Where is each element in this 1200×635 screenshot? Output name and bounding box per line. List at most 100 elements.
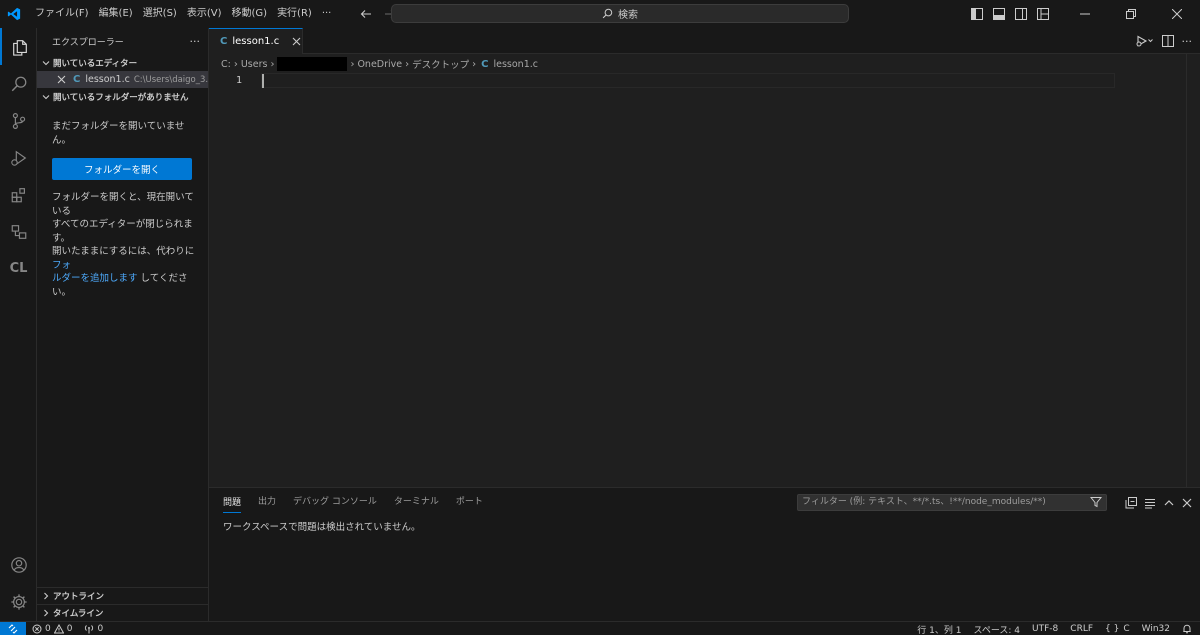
desc-line-2: すべてのエディターが閉じられます。 (52, 219, 193, 244)
account-icon[interactable] (0, 546, 37, 583)
sidebar-header: エクスプローラー ··· (37, 28, 208, 54)
problems-status[interactable]: 0 0 (32, 623, 72, 634)
settings-gear-icon[interactable] (0, 583, 37, 620)
tab-terminal[interactable]: ターミナル (394, 488, 439, 516)
tab-debug-console[interactable]: デバッグ コンソール (293, 488, 377, 516)
more-actions-button[interactable]: ··· (190, 35, 201, 48)
problems-message: ワークスペースで問題は検出されていません。 (223, 522, 421, 533)
menu-run[interactable]: 実行(R) (272, 0, 317, 28)
notifications-bell-icon[interactable] (1182, 624, 1192, 634)
remote-indicator-icon[interactable] (0, 621, 26, 635)
editor-tabs: C lesson1.c ··· (209, 28, 1200, 54)
c-file-icon: C (220, 36, 228, 47)
extensions-icon[interactable] (0, 176, 37, 213)
chevron-right-icon: › (233, 58, 238, 70)
ports-status[interactable]: 0 (84, 624, 103, 634)
cursor-position[interactable]: 行 1、列 1 (917, 623, 961, 635)
menu-selection[interactable]: 選択(S) (138, 0, 182, 28)
menu-go[interactable]: 移動(G) (227, 0, 273, 28)
menu-view[interactable]: 表示(V) (182, 0, 227, 28)
add-folder-link-part-1[interactable]: フォ (52, 260, 71, 271)
activity-bar: CL (0, 28, 37, 621)
customize-layout-icon[interactable] (1032, 0, 1054, 28)
restore-icon[interactable] (1108, 0, 1154, 28)
no-folder-label: 開いているフォルダーがありません (53, 92, 189, 103)
breadcrumb-users[interactable]: Users (241, 59, 268, 70)
close-panel-icon[interactable] (1182, 498, 1192, 508)
chevron-down-icon (40, 57, 52, 69)
explorer-sidebar: エクスプローラー ··· 開いているエディター C lesson1.c C:\U… (37, 28, 209, 621)
ports-antenna-icon (85, 624, 94, 633)
text-cursor (262, 74, 264, 88)
close-editor-icon[interactable] (57, 75, 66, 84)
platform-config[interactable]: Win32 (1142, 624, 1170, 634)
menu-more[interactable]: ··· (317, 0, 337, 28)
current-line-highlight (261, 73, 1115, 88)
explorer-icon[interactable] (0, 28, 37, 65)
editor-area: C lesson1.c ··· C: › Users › › OneDrive … (209, 28, 1200, 487)
tab-lesson1-c[interactable]: C lesson1.c (209, 28, 303, 54)
open-editor-item[interactable]: C lesson1.c C:\Users\daigo_3... (37, 71, 208, 88)
vscode-logo-icon (0, 0, 28, 28)
menu-edit[interactable]: 編集(E) (94, 0, 138, 28)
timeline-section-header[interactable]: タイムライン (37, 604, 208, 621)
run-debug-dropdown-icon[interactable] (1136, 35, 1154, 47)
redacted-username (277, 57, 348, 71)
desc-line-1: フォルダーを開くと、現在開いている (52, 192, 194, 217)
toggle-panel-icon[interactable] (988, 0, 1010, 28)
search-view-icon[interactable] (0, 65, 37, 102)
tab-problems[interactable]: 問題 (223, 493, 242, 513)
end-of-line[interactable]: CRLF (1070, 624, 1093, 634)
run-and-debug-icon[interactable] (0, 139, 37, 176)
c-file-icon: C (481, 58, 489, 70)
language-mode[interactable]: { } C (1105, 624, 1130, 634)
title-bar: ファイル(F) 編集(E) 選択(S) 表示(V) 移動(G) 実行(R) ··… (0, 0, 1200, 28)
close-window-icon[interactable] (1154, 0, 1200, 28)
view-as-list-icon[interactable] (1144, 497, 1156, 509)
c-file-icon: C (73, 74, 81, 85)
toggle-primary-sidebar-icon[interactable] (966, 0, 988, 28)
chevron-right-icon (40, 590, 52, 602)
outline-section-header[interactable]: アウトライン (37, 587, 208, 604)
collapse-all-icon[interactable] (1125, 496, 1137, 509)
bottom-panel: 問題 出力 デバッグ コンソール ターミナル ポート フィルター (例: テキス… (209, 487, 1200, 621)
open-editors-header[interactable]: 開いているエディター (37, 54, 208, 71)
timeline-label: タイムライン (53, 609, 104, 619)
open-folder-button[interactable]: フォルダーを開く (52, 158, 192, 180)
breadcrumb-drive[interactable]: C: (221, 59, 231, 70)
split-editor-icon[interactable] (1161, 35, 1174, 47)
no-folder-header[interactable]: 開いているフォルダーがありません (37, 88, 208, 105)
filter-icon[interactable] (1089, 496, 1103, 510)
tab-output[interactable]: 出力 (258, 488, 276, 516)
cl-extension-icon[interactable]: CL (0, 250, 37, 287)
search-icon (602, 8, 613, 19)
source-control-icon[interactable] (0, 102, 37, 139)
more-actions-icon[interactable]: ··· (1182, 35, 1193, 48)
add-folder-link-part-2[interactable]: ルダーを追加します (52, 273, 138, 284)
maximize-panel-icon[interactable] (1163, 497, 1175, 509)
breadcrumb-file[interactable]: lesson1.c (493, 59, 538, 70)
problems-filter-input[interactable]: フィルター (例: テキスト、**/*.ts、!**/node_modules/… (797, 494, 1107, 511)
remote-explorer-icon[interactable] (0, 213, 37, 250)
indentation[interactable]: スペース: 4 (973, 623, 1020, 635)
tab-ports[interactable]: ポート (456, 488, 483, 516)
menu-file[interactable]: ファイル(F) (30, 0, 94, 28)
desc-line-3: 開いたままにするには、代わりに (52, 246, 195, 257)
open-editors-label: 開いているエディター (53, 58, 138, 69)
chevron-right-icon: › (270, 58, 275, 70)
open-editor-name: lesson1.c (85, 74, 130, 85)
editor-scrollbar[interactable] (1186, 54, 1200, 487)
language-label: C (1123, 624, 1130, 634)
ports-count: 0 (97, 623, 104, 634)
toggle-secondary-sidebar-icon[interactable] (1010, 0, 1032, 28)
code-editor[interactable]: 1 (209, 73, 1200, 474)
chevron-right-icon: › (350, 58, 355, 70)
breadcrumb-onedrive[interactable]: OneDrive (357, 59, 402, 70)
close-tab-icon[interactable] (291, 36, 302, 48)
encoding[interactable]: UTF-8 (1032, 624, 1058, 634)
minimize-icon[interactable] (1062, 0, 1108, 28)
back-arrow-icon[interactable] (358, 6, 374, 22)
chevron-down-icon (40, 91, 52, 103)
command-center-search[interactable]: 検索 (391, 4, 849, 23)
breadcrumb-desktop[interactable]: デスクトップ (412, 57, 469, 71)
